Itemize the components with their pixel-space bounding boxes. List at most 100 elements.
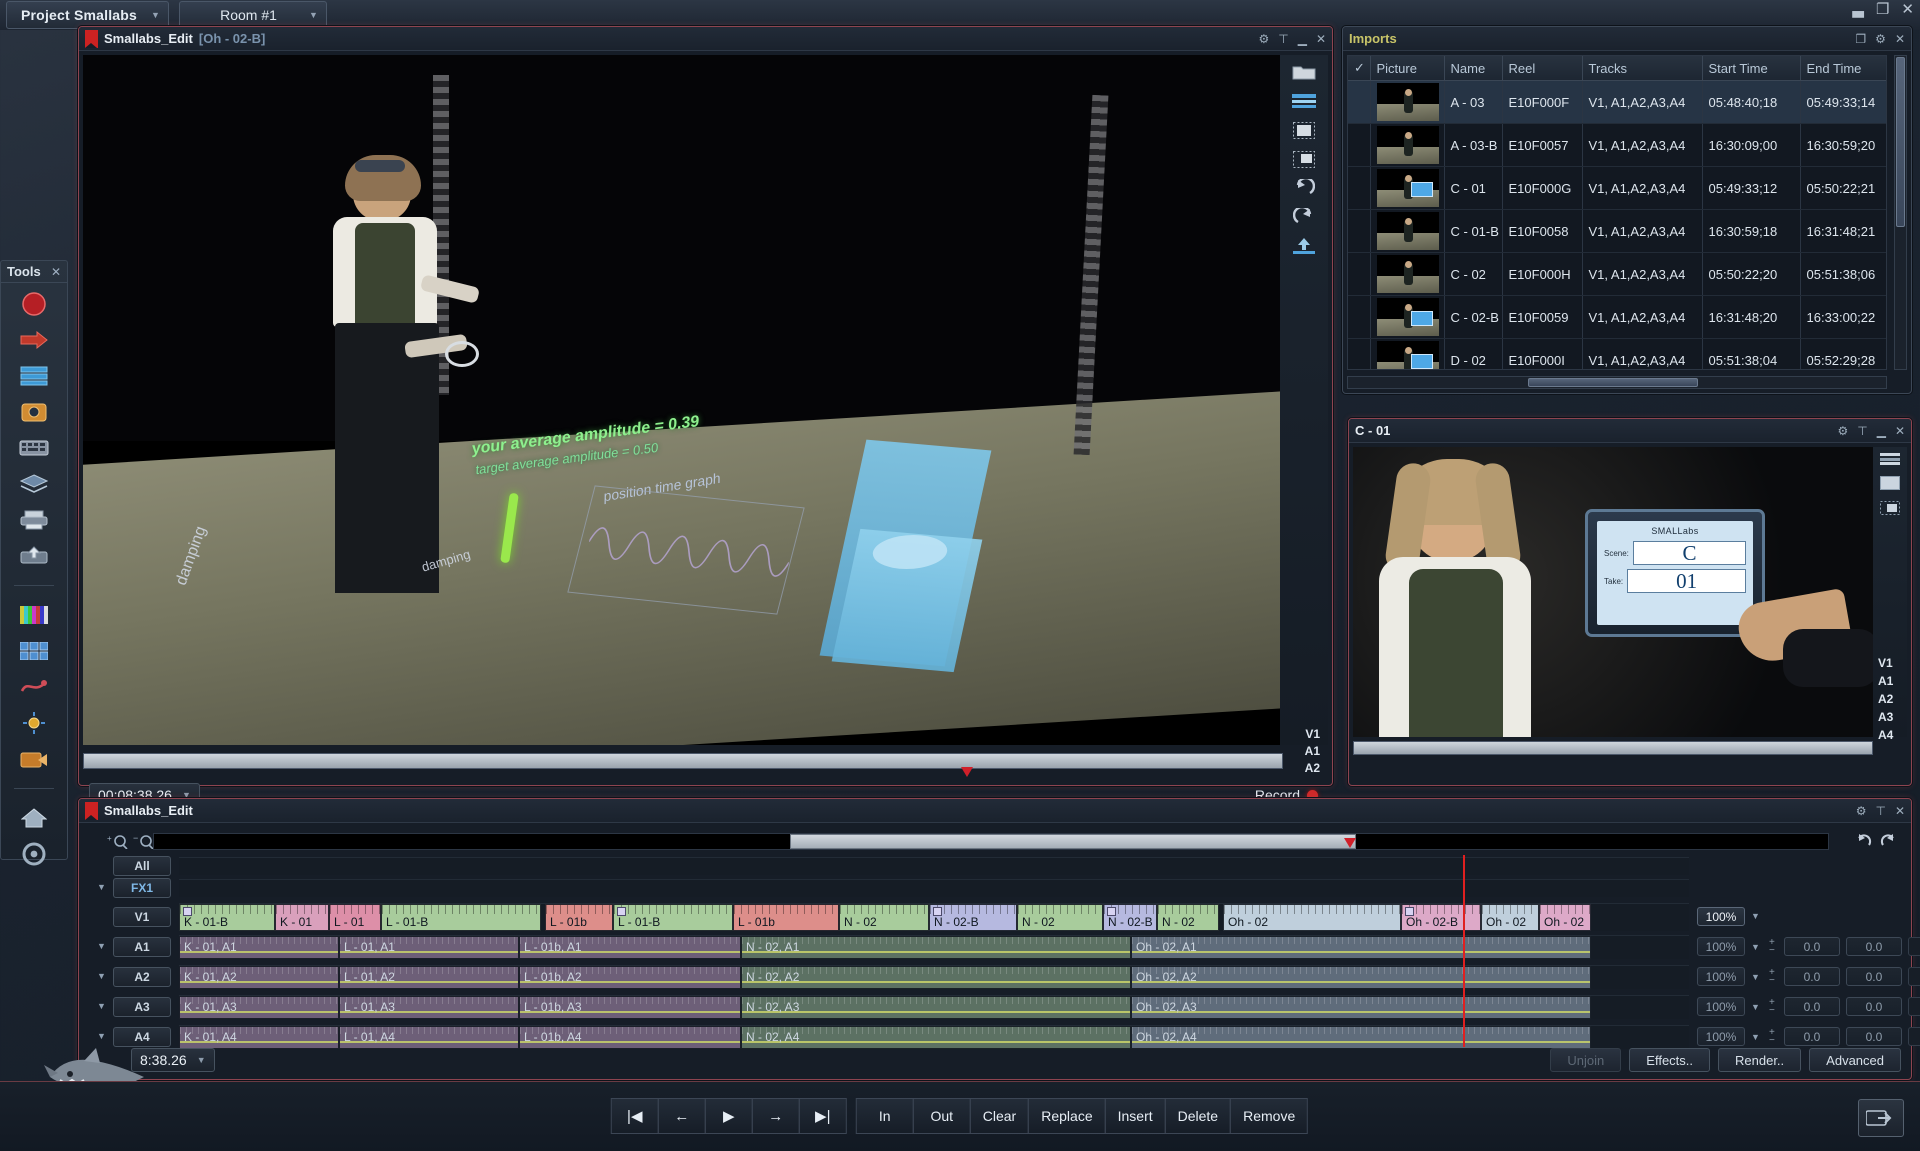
col-picture[interactable]: Picture [1370,56,1445,81]
effects-icon[interactable] [17,710,51,736]
col-reel[interactable]: Reel [1502,56,1583,81]
video-clip[interactable]: N - 02-B [1103,904,1157,931]
track-label-a3[interactable]: A3 [113,997,171,1017]
track-expand-icon-a2[interactable]: ▼ [97,971,106,981]
audio-clip[interactable]: L - 01, A1 [339,936,519,959]
track-expand-icon-fx1[interactable]: ▼ [97,882,106,892]
audio-clip[interactable]: Oh - 02, A3 [1131,996,1591,1019]
video-clip[interactable]: Oh - 02 [1223,904,1401,931]
audio-clip[interactable]: Oh - 02, A1 [1131,936,1591,959]
step-forward-button[interactable]: → [751,1098,800,1134]
gain-value[interactable]: 0.0 [1845,997,1902,1016]
minimize-icon[interactable]: ▁ [1298,32,1307,46]
loop-back-icon[interactable] [1879,833,1897,852]
close-icon[interactable]: ✕ [1895,424,1905,438]
minus-icon[interactable]: − [1769,975,1775,985]
video-clip[interactable]: K - 01 [275,904,329,931]
audio-clip[interactable]: L - 01b, A1 [519,936,741,959]
gear-icon[interactable]: ⚙ [1258,32,1269,46]
level-stepper[interactable]: + − [1766,997,1778,1015]
table-row[interactable]: A - 03 E10F000F V1, A1,A2,A3,A4 05:48:40;18… [1348,80,1886,124]
remove-button[interactable]: Remove [1230,1098,1309,1134]
import-arrow-icon[interactable] [17,327,51,353]
row-picture[interactable] [1370,209,1445,253]
audio-level-value[interactable]: 100% [1697,997,1745,1016]
audio-level-value[interactable]: 100% [1697,967,1745,986]
minus-icon[interactable]: − [1769,945,1775,955]
video-clip[interactable]: Oh - 02 [1539,904,1591,931]
audio-clip[interactable]: K - 01, A2 [179,966,339,989]
audio-clip[interactable]: K - 01, A4 [179,1026,339,1049]
video-clip[interactable]: L - 01-B [381,904,541,931]
audio-clip[interactable]: N - 02, A4 [741,1026,1131,1049]
col-check[interactable]: ✓ [1348,56,1371,81]
clear-button[interactable]: Clear [969,1098,1030,1134]
keyboard-icon[interactable] [17,435,51,461]
viewer2-video-image[interactable]: SMALLabs Scene: C Take: 01 [1353,447,1873,737]
room-selector[interactable]: Room #1 ▼ [178,1,327,29]
grid-icon[interactable] [17,638,51,664]
close-icon[interactable]: ✕ [51,265,61,279]
publish-icon[interactable] [17,746,51,772]
gain-value[interactable]: 0.0 [1845,937,1902,956]
play-button[interactable]: ▶ [704,1098,753,1134]
loop-icon[interactable] [1855,833,1873,852]
track-expand-icon-a4[interactable]: ▼ [97,1031,106,1041]
audio-clip[interactable]: K - 01, A1 [179,936,339,959]
pin-icon[interactable]: ⊤ [1857,424,1867,438]
level-stepper[interactable]: + − [1766,967,1778,985]
gear-icon[interactable]: ⚙ [1837,424,1848,438]
out-button[interactable]: Out [912,1098,971,1134]
row-check[interactable] [1348,252,1371,296]
export-icon[interactable] [17,543,51,569]
chevron-down-icon[interactable]: ▼ [1751,972,1760,982]
table-row[interactable]: C - 01 E10F000G V1, A1,A2,A3,A4 05:49:33;12… [1348,166,1886,210]
video-clip[interactable]: Oh - 02-B [1401,904,1481,931]
step-back-button[interactable]: ← [657,1098,706,1134]
close-icon[interactable]: ✕ [1895,32,1905,46]
chevron-down-icon[interactable]: ▼ [1751,942,1760,952]
col-name[interactable]: Name [1444,56,1503,81]
undo-icon[interactable] [1291,179,1317,197]
track-expand-icon-a3[interactable]: ▼ [97,1001,106,1011]
render-button[interactable]: Render.. [1718,1048,1802,1072]
home-icon[interactable] [17,805,51,831]
chevron-down-icon[interactable]: ▼ [1751,1032,1760,1042]
audio-level-value[interactable]: 100% [1697,1027,1745,1046]
pin-icon[interactable]: ⊤ [1278,32,1288,46]
maximize-icon[interactable]: ❐ [1876,2,1889,17]
track-label-all[interactable]: All [113,856,171,876]
row-check[interactable] [1348,209,1371,253]
close-icon[interactable]: ✕ [1895,804,1905,818]
timeline-zoom-bar[interactable] [153,833,1829,850]
gain-value[interactable]: 0.0 [1845,1027,1902,1046]
audio-clip[interactable]: L - 01, A2 [339,966,519,989]
effects-button[interactable]: Effects.. [1629,1048,1711,1072]
timeline-zoom-selection[interactable] [790,834,1356,849]
minus-icon[interactable]: − [1769,1005,1775,1015]
row-check[interactable] [1348,295,1371,339]
timeline-zoom-playhead[interactable] [1344,838,1356,848]
table-row[interactable]: C - 02 E10F000H V1, A1,A2,A3,A4 05:50:22;20… [1348,252,1886,296]
track-expand-icon-a1[interactable]: ▼ [97,941,106,951]
extra-field[interactable] [1907,967,1920,986]
export-up-icon[interactable] [1291,237,1317,255]
stack-icon[interactable] [17,471,51,497]
insert-button[interactable]: Insert [1104,1098,1166,1134]
table-row[interactable]: A - 03-B E10F0057 V1, A1,A2,A3,A4 16:30:09;… [1348,123,1886,167]
audio-clip[interactable]: L - 01b, A4 [519,1026,741,1049]
camera-icon[interactable] [17,399,51,425]
restore-icon[interactable]: ❐ [1855,32,1866,46]
vfx-icon[interactable] [17,674,51,700]
zoom-in-icon[interactable]: + [107,833,129,852]
row-check[interactable] [1348,123,1371,167]
table-row[interactable]: C - 02-B E10F0059 V1, A1,A2,A3,A4 16:31:48;… [1348,295,1886,339]
chevron-down-icon[interactable]: ▼ [1751,911,1760,921]
video-clip[interactable]: L - 01-B [613,904,733,931]
pan-value[interactable]: 0.0 [1783,1027,1840,1046]
minus-icon[interactable]: − [1769,1035,1775,1045]
extra-field[interactable] [1907,1027,1920,1046]
export-button[interactable] [1858,1099,1904,1137]
go-to-end-button[interactable]: ▶| [798,1098,847,1134]
list-icon[interactable] [1291,92,1317,110]
